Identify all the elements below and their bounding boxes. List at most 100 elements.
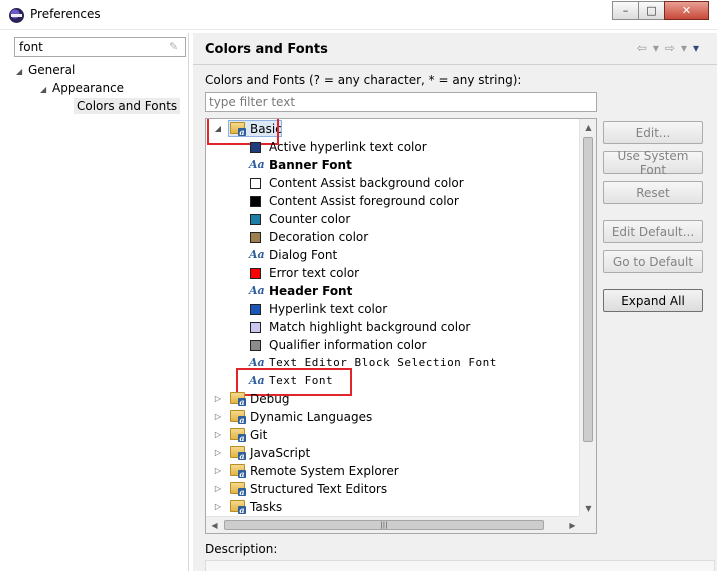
color-swatch-icon: [250, 268, 261, 279]
font-folder-icon: [230, 428, 246, 442]
font-folder-icon: [230, 464, 246, 478]
colors-fonts-tree: ◢ Basic Active hyperlink text color Aa B…: [205, 118, 597, 534]
tree-category-tasks[interactable]: ▷ Tasks: [206, 498, 576, 516]
title-bar: Preferences – □ ✕: [0, 0, 717, 30]
nav-item-colors-and-fonts[interactable]: Colors and Fonts: [74, 98, 181, 114]
nav-item-appearance[interactable]: ◢ Appearance: [40, 81, 124, 95]
collapse-triangle-icon[interactable]: ◢: [40, 85, 52, 94]
horizontal-scroll-thumb[interactable]: |||: [224, 520, 544, 530]
view-menu-icon[interactable]: ▾: [693, 41, 699, 55]
tree-label: Match highlight background color: [269, 320, 471, 334]
tree-label: Hyperlink text color: [269, 302, 388, 316]
scroll-corner: [579, 516, 596, 533]
color-swatch-icon: [250, 304, 261, 315]
edit-default-button[interactable]: Edit Default...: [603, 220, 703, 243]
filter-input[interactable]: [206, 93, 596, 111]
color-swatch-icon: [250, 214, 261, 225]
tree-item[interactable]: Aa Header Font: [206, 282, 576, 300]
tree-item[interactable]: Hyperlink text color: [206, 300, 576, 318]
horizontal-scrollbar[interactable]: ◀ ||| ▶: [206, 516, 581, 533]
expand-triangle-icon[interactable]: ▷: [213, 498, 223, 516]
nav-item-label: Colors and Fonts: [77, 99, 178, 113]
font-icon: Aa: [249, 248, 265, 261]
tree-item[interactable]: Decoration color: [206, 228, 576, 246]
filter-instruction: Colors and Fonts (? = any character, * =…: [205, 73, 522, 87]
description-box: [205, 560, 715, 571]
expand-triangle-icon[interactable]: ▷: [213, 462, 223, 480]
tree-label: Content Assist background color: [269, 176, 464, 190]
tree-category-remote-system-explorer[interactable]: ▷ Remote System Explorer: [206, 462, 576, 480]
tree-label: Dialog Font: [269, 248, 338, 262]
expand-triangle-icon[interactable]: ▷: [213, 480, 223, 498]
expand-triangle-icon[interactable]: ▷: [213, 426, 223, 444]
tree-label: Banner Font: [269, 158, 352, 172]
scroll-left-icon[interactable]: ◀: [206, 517, 223, 533]
forward-arrow-icon[interactable]: ⇨: [665, 41, 675, 55]
tree-label: Content Assist foreground color: [269, 194, 459, 208]
back-menu-icon[interactable]: ▾: [653, 41, 659, 55]
color-swatch-icon: [250, 232, 261, 243]
nav-item-label: General: [28, 63, 76, 77]
nav-item-label: Appearance: [52, 81, 125, 95]
tree-item[interactable]: Aa Banner Font: [206, 156, 576, 174]
go-to-default-button[interactable]: Go to Default: [603, 250, 703, 273]
font-folder-icon: [230, 500, 246, 514]
preference-page: Colors and Fonts ⇦ ▾ ⇨ ▾ ▾ Colors and Fo…: [193, 33, 717, 571]
description-label: Description:: [205, 542, 278, 556]
back-arrow-icon[interactable]: ⇦: [637, 41, 647, 55]
color-swatch-icon: [250, 196, 261, 207]
font-folder-icon: [230, 482, 246, 496]
expand-triangle-icon[interactable]: ▷: [213, 408, 223, 426]
tree-category-debug[interactable]: ▷ Debug: [206, 390, 576, 408]
tree-category-dynamic-languages[interactable]: ▷ Dynamic Languages: [206, 408, 576, 426]
expand-triangle-icon[interactable]: ▷: [213, 444, 223, 462]
forward-menu-icon[interactable]: ▾: [681, 41, 687, 55]
font-folder-icon: [230, 446, 246, 460]
tree-item[interactable]: Error text color: [206, 264, 576, 282]
tree-item[interactable]: Content Assist background color: [206, 174, 576, 192]
scroll-down-icon[interactable]: ▼: [580, 500, 596, 517]
tree-item[interactable]: Counter color: [206, 210, 576, 228]
scroll-up-icon[interactable]: ▲: [580, 119, 596, 136]
filter-box: [205, 92, 597, 112]
tree-item[interactable]: Qualifier information color: [206, 336, 576, 354]
tree-label: Debug: [250, 392, 290, 406]
tree-label: Git: [250, 428, 268, 442]
tree-category-javascript[interactable]: ▷ JavaScript: [206, 444, 576, 462]
expand-all-button[interactable]: Expand All: [603, 289, 703, 312]
nav-search-box: ✎: [14, 37, 186, 57]
tree-item[interactable]: Aa Dialog Font: [206, 246, 576, 264]
tree-label: Active hyperlink text color: [269, 140, 427, 154]
tree-item[interactable]: Match highlight background color: [206, 318, 576, 336]
minimize-button[interactable]: –: [612, 1, 639, 20]
tree-category-git[interactable]: ▷ Git: [206, 426, 576, 444]
tree-label: Counter color: [269, 212, 351, 226]
expand-triangle-icon[interactable]: ▷: [213, 390, 223, 408]
tree-item[interactable]: Content Assist foreground color: [206, 192, 576, 210]
header-separator: [193, 64, 717, 65]
eclipse-icon: [9, 8, 24, 23]
clear-icon[interactable]: ✎: [169, 41, 181, 53]
vertical-scrollbar[interactable]: ▲ ▼: [579, 119, 596, 517]
tree-label: Header Font: [269, 284, 353, 298]
reset-button[interactable]: Reset: [603, 181, 703, 204]
use-system-font-button[interactable]: Use System Font: [603, 149, 703, 177]
tree-category-structured-text-editors[interactable]: ▷ Structured Text Editors: [206, 480, 576, 498]
window-controls: – □ ✕: [612, 1, 709, 20]
font-icon: Aa: [249, 158, 265, 171]
preferences-nav-pane: ✎ ◢General ◢Appearance Colors and Fonts: [8, 33, 189, 571]
edit-button[interactable]: Edit...: [603, 121, 703, 144]
nav-item-general[interactable]: ◢ General: [16, 63, 75, 77]
color-swatch-icon: [250, 178, 261, 189]
tree-label: Structured Text Editors: [250, 482, 388, 496]
nav-search-input[interactable]: [15, 38, 165, 56]
tree-item[interactable]: Active hyperlink text color: [206, 138, 576, 156]
color-swatch-icon: [250, 340, 261, 351]
tree-label: Decoration color: [269, 230, 369, 244]
vertical-scroll-thumb[interactable]: [583, 137, 593, 442]
close-button[interactable]: ✕: [664, 1, 709, 20]
maximize-button[interactable]: □: [638, 1, 665, 20]
page-title: Colors and Fonts: [205, 42, 328, 57]
color-swatch-icon: [250, 322, 261, 333]
collapse-triangle-icon[interactable]: ◢: [16, 67, 28, 76]
